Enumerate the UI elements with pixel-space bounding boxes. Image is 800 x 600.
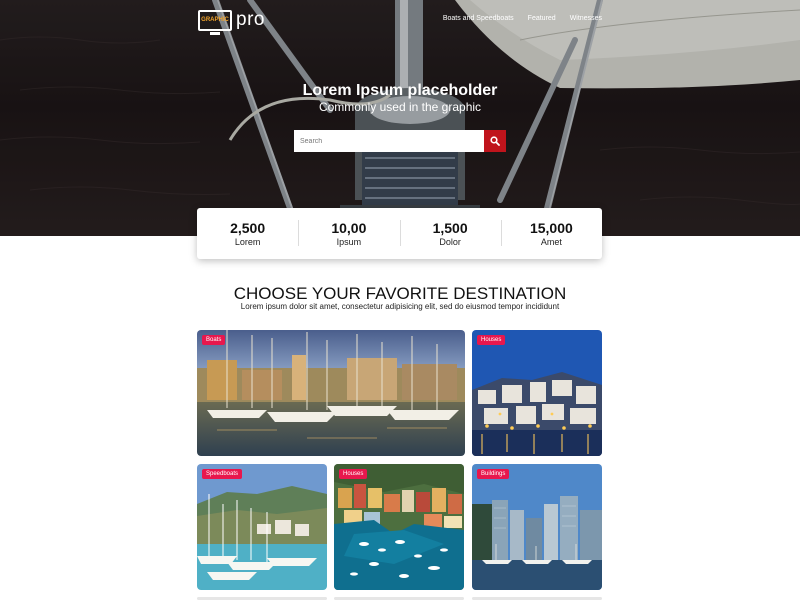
- card-tag: Houses: [477, 335, 506, 345]
- nav-link-featured[interactable]: Featured: [528, 15, 556, 22]
- destination-card-speedboats[interactable]: Speedboats: [197, 464, 327, 590]
- stat-label: Ipsum: [336, 237, 362, 247]
- card-tag: Speedboats: [202, 469, 243, 479]
- stat-label: Amet: [540, 237, 562, 247]
- card-image-hillside-town: [472, 330, 602, 456]
- brand-logo[interactable]: GRAPHIC pro: [198, 9, 265, 35]
- hero-subtitle: Commonly used in the graphic: [318, 100, 482, 114]
- card-image-port-village: [334, 464, 464, 590]
- hero-title: Lorem Ipsum placeholder: [302, 82, 498, 99]
- card-tag: Houses: [339, 469, 368, 479]
- stats-panel: 2,500 Lorem 10,00 Ipsum 1,500 Dolor 15,0…: [197, 208, 602, 259]
- stat-item: 15,000 Amet: [500, 208, 602, 259]
- card-tag: Buildings: [477, 469, 510, 479]
- stat-label: Lorem: [234, 237, 261, 247]
- stat-value: 2,500: [230, 220, 266, 236]
- search-button[interactable]: [484, 130, 506, 152]
- nav-link-boats-and-speedboats[interactable]: Boats and Speedboats: [443, 15, 514, 22]
- card-tag: Boats: [202, 335, 226, 345]
- search-input[interactable]: [294, 130, 484, 152]
- card-image-city-skyline: [472, 464, 602, 590]
- search-icon: [490, 136, 500, 146]
- stat-item: 10,00 Ipsum: [298, 208, 399, 259]
- section-title: CHOOSE YOUR FAVORITE DESTINATION: [233, 284, 567, 303]
- destination-card-boats[interactable]: Boats: [197, 330, 465, 456]
- hero-banner: GRAPHIC pro Boats and Speedboats Feature…: [0, 0, 800, 236]
- destination-card-houses-port[interactable]: Houses: [334, 464, 464, 590]
- search-bar: [294, 130, 506, 152]
- stat-item: 1,500 Dolor: [399, 208, 501, 259]
- destination-card-buildings[interactable]: Buildings: [472, 464, 602, 590]
- card-image-harbor: [197, 330, 465, 456]
- top-nav: Boats and Speedboats Featured Witnesses: [443, 15, 602, 22]
- logo-text: pro: [236, 9, 265, 30]
- destination-card-houses[interactable]: Houses: [472, 330, 602, 456]
- stat-value: 1,500: [432, 220, 468, 236]
- card-image-marina: [197, 464, 327, 590]
- stat-value: 10,00: [331, 220, 367, 236]
- section-subtitle: Lorem ipsum dolor sit amet, consectetur …: [240, 302, 560, 311]
- monitor-logo-icon: GRAPHIC: [198, 9, 232, 35]
- nav-link-witnesses[interactable]: Witnesses: [570, 15, 602, 22]
- hero-background-image: [0, 0, 800, 236]
- logo-mark-text: GRAPHIC: [201, 17, 229, 23]
- stat-label: Dolor: [439, 237, 461, 247]
- stat-item: 2,500 Lorem: [197, 208, 298, 259]
- stat-value: 15,000: [529, 220, 573, 236]
